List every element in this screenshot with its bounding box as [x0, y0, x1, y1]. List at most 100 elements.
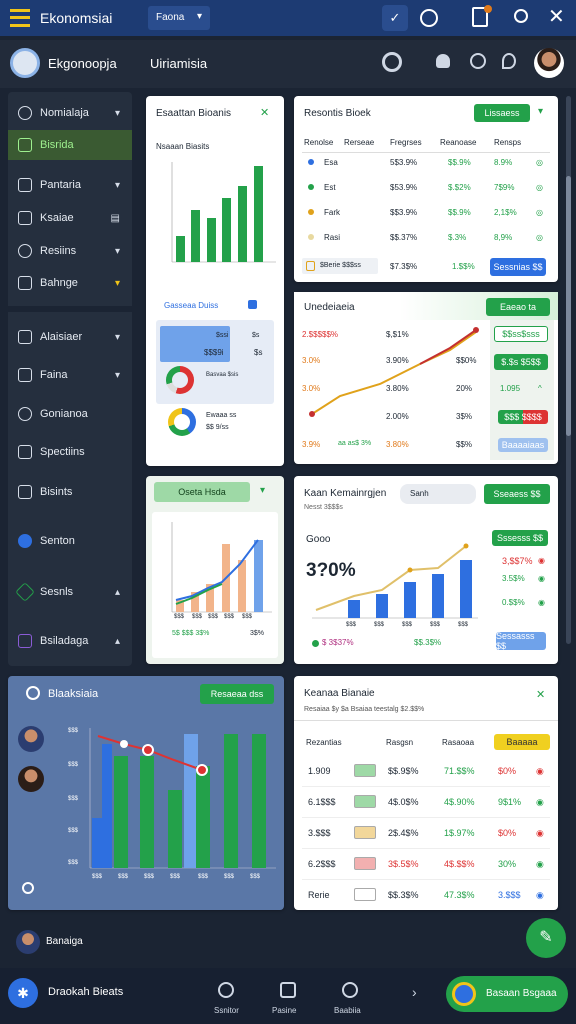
diamond-icon — [15, 582, 35, 602]
action-button[interactable]: Sssesss $$ — [492, 530, 548, 546]
sidebar-item-spectiins[interactable]: Spectiins — [8, 437, 132, 467]
sidebar-item-bahnge[interactable]: Bahnge ▾ — [8, 268, 132, 298]
point — [196, 764, 208, 776]
export-button[interactable]: Sessasss $$ — [496, 631, 546, 651]
avatar[interactable] — [534, 48, 564, 78]
search-input[interactable]: Sanh — [400, 484, 476, 504]
avatar[interactable] — [18, 766, 44, 792]
sidebar-item-bisints[interactable]: Bisints — [8, 477, 132, 507]
app-header: Ekgonoopja Uiriamisia — [0, 40, 576, 88]
tab-label[interactable]: Pasine — [272, 1006, 296, 1015]
donut-chart — [166, 366, 194, 394]
side-button[interactable]: $$$ $$$$ — [498, 410, 548, 424]
column-header: Renolse — [304, 138, 334, 147]
sidebar-item-resiins[interactable]: Resiins ▾ — [8, 236, 132, 266]
filter-button[interactable]: Oseta Hsda — [154, 482, 250, 502]
refresh-icon[interactable] — [382, 52, 402, 72]
bar-line-chart — [312, 543, 478, 619]
calendar-icon[interactable] — [280, 982, 296, 998]
cta-button[interactable]: Basaan Bsgaaa — [446, 976, 568, 1012]
sidebar-item-pantaria[interactable]: Pantaria ▾ — [8, 170, 132, 200]
row-value: $.3% — [448, 233, 467, 242]
sidebar-item-nomialaja[interactable]: Nomialaja ▾ — [8, 98, 132, 128]
column-header: Rerseae — [344, 138, 375, 147]
tick-label: $$$ — [174, 614, 185, 620]
status-icon: ◉ — [536, 797, 544, 807]
sidebar-item-senton[interactable]: Senton — [8, 526, 132, 556]
sidebar-item-ksaiae[interactable]: Ksaiae ▤ — [8, 203, 132, 233]
bar — [140, 756, 154, 868]
sidebar-item-label: Bsiladaga — [40, 635, 89, 647]
action-button[interactable]: Sseaess $$ — [484, 484, 550, 504]
data-label: $,$1% — [386, 330, 409, 339]
page-icon — [18, 485, 32, 499]
tab-label[interactable]: Ssnitor — [214, 1006, 239, 1015]
axis-label: 3.0% — [302, 384, 321, 393]
chevron-up-icon: ▴ — [114, 586, 120, 598]
point — [473, 327, 479, 333]
side-button[interactable]: Baaaaiaas — [498, 438, 548, 452]
status-chip — [354, 857, 376, 870]
chart-icon — [18, 445, 32, 459]
view-button[interactable]: Eaeao ta — [486, 298, 550, 316]
avatar[interactable] — [18, 726, 44, 752]
export-button[interactable]: Sessnias $$ — [490, 258, 546, 276]
row-value: $$.9$% — [388, 766, 419, 776]
bar — [254, 540, 263, 612]
share-icon[interactable] — [248, 300, 257, 309]
pin-icon[interactable] — [502, 53, 516, 69]
check-icon[interactable]: ✓ — [382, 5, 408, 31]
user-icon[interactable] — [436, 54, 450, 68]
row-value: $0% — [498, 766, 517, 776]
brand-icon[interactable]: ✱ — [8, 978, 38, 1008]
bar — [184, 734, 198, 868]
sidebar-item-bisrida[interactable]: Bisrida — [8, 130, 132, 160]
sort-button[interactable]: Baaaaa — [494, 734, 550, 750]
row-divider — [302, 879, 550, 880]
close-icon[interactable]: ✕ — [548, 4, 565, 29]
search-icon[interactable] — [514, 9, 528, 23]
status-icon: ◎ — [536, 158, 543, 167]
chevron-right-icon[interactable]: › — [412, 984, 417, 1000]
close-icon[interactable]: ✕ — [260, 106, 269, 119]
tick-label: $$$ — [68, 762, 79, 768]
settings-icon[interactable] — [26, 686, 40, 700]
scope-dropdown[interactable]: Faona ▾ — [148, 6, 210, 30]
sidebar-item-alaisiaer[interactable]: Alaisiaer ▾ — [8, 322, 132, 352]
row-value: 1$.97% — [444, 828, 475, 838]
row-name: 6.1$$$ — [308, 797, 336, 807]
chevron-down-icon[interactable]: ▾ — [260, 485, 265, 496]
sidebar-item-faina[interactable]: Faina ▾ — [8, 360, 132, 390]
notification-icon[interactable] — [472, 5, 492, 27]
side-button[interactable]: $$ss$sss — [494, 326, 548, 342]
timer-icon[interactable] — [470, 53, 486, 69]
filter-button[interactable]: Resaeaa dss — [200, 684, 274, 704]
clock-icon[interactable] — [420, 9, 438, 27]
edit-icon — [18, 368, 32, 382]
sidebar-item-sesnls[interactable]: Sesnls ▴ — [8, 577, 132, 607]
menu-icon[interactable] — [10, 9, 30, 27]
side-value: 3,$$7% — [502, 556, 533, 566]
sidebar-item-gonianoa[interactable]: Gonianoa — [8, 399, 132, 429]
scrollbar[interactable] — [566, 96, 571, 644]
footer-label: $Berie $$$ss — [320, 262, 361, 269]
close-icon[interactable]: ✕ — [536, 688, 545, 701]
filter-button[interactable]: Lissaess — [474, 104, 530, 122]
donut-chart — [168, 408, 196, 436]
tick-label: $$$ — [92, 874, 103, 880]
tab-label[interactable]: Baabiia — [334, 1006, 361, 1015]
row-value: 47.3$% — [444, 890, 475, 900]
sidebar-item-label: Spectiins — [40, 446, 85, 458]
timer-icon[interactable] — [218, 982, 234, 998]
edit-fab[interactable]: ✎ — [526, 918, 566, 958]
side-button[interactable]: $.$s $5$$ — [494, 354, 548, 370]
chevron-down-icon[interactable]: ▾ — [538, 106, 543, 117]
bar — [252, 734, 266, 868]
sidebar-item-label: Bisrida — [40, 139, 74, 151]
search-icon[interactable] — [22, 882, 34, 894]
avatar[interactable] — [16, 930, 40, 954]
row-value: $.$2% — [448, 183, 471, 192]
sidebar-item-bsiladaga[interactable]: Bsiladaga ▴ — [8, 626, 132, 656]
search-icon[interactable] — [342, 982, 358, 998]
list-icon: ▤ — [110, 212, 120, 224]
